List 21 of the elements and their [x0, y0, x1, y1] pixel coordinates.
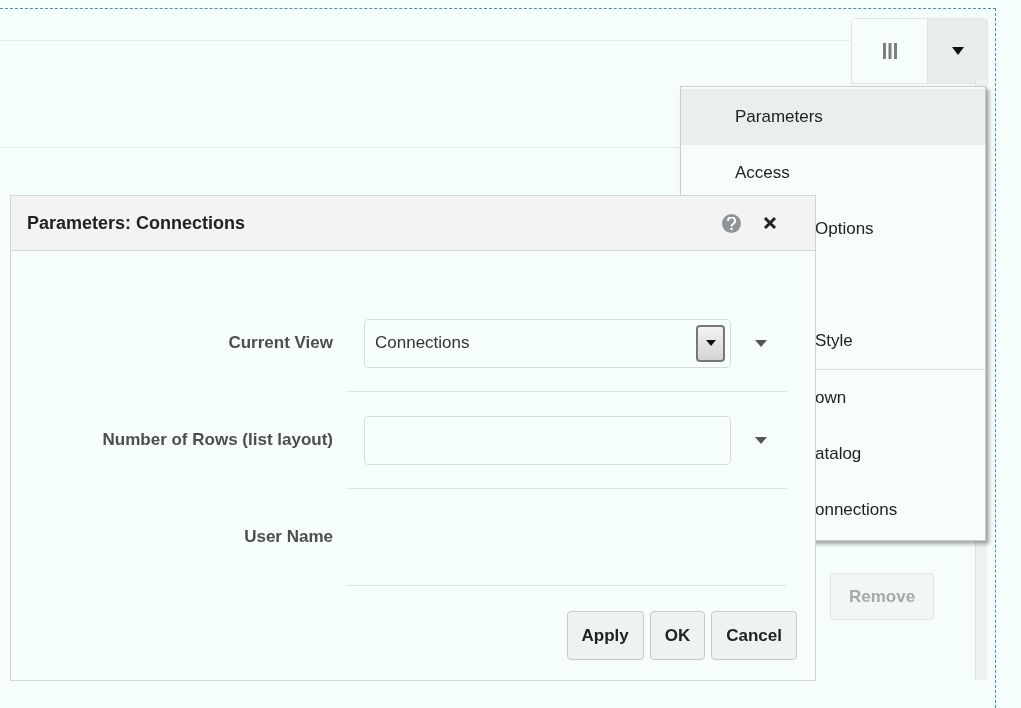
field-label: User Name — [243, 526, 333, 549]
menu-item[interactable]: Parameters — [681, 89, 985, 145]
columns-button[interactable] — [852, 19, 928, 83]
field-label: Current View — [227, 332, 333, 355]
caret-icon — [951, 47, 964, 55]
caret-icon[interactable] — [755, 436, 767, 444]
dialog-button[interactable]: OK — [649, 611, 706, 660]
select-field[interactable]: Connections — [364, 318, 731, 368]
dialog-title: Parameters: Connections — [27, 211, 247, 235]
field-label: Number of Rows (list layout) — [101, 429, 333, 452]
columns-icon — [882, 43, 897, 59]
dialog-button[interactable]: Apply — [566, 611, 644, 660]
caret-icon[interactable] — [755, 339, 767, 347]
field-value: Connections — [375, 332, 471, 355]
input-field[interactable] — [364, 415, 731, 465]
help-icon[interactable] — [722, 213, 741, 233]
close-icon[interactable] — [763, 216, 777, 230]
dialog-button[interactable]: Cancel — [711, 611, 797, 660]
menu-item[interactable]: Access — [681, 145, 985, 201]
caret-icon — [705, 340, 716, 346]
dropdown-button[interactable] — [696, 324, 725, 362]
